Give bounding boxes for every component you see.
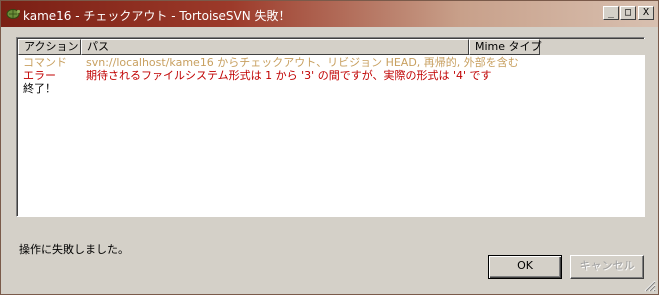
cancel-button-label: キャンセル (579, 259, 635, 272)
list-row-finished[interactable]: 終了！ (18, 82, 645, 95)
column-header-path[interactable]: パス (81, 39, 469, 55)
row-action: 終了！ (23, 82, 56, 95)
action-list[interactable]: アクション パス Mime タイプ コマンド svn://localhost/k… (16, 37, 645, 217)
maximize-button[interactable]: □ (620, 6, 636, 20)
dialog-window: kame16 - チェックアウト - TortoiseSVN 失敗！ _ □ X… (0, 0, 659, 295)
row-path: svn://localhost/kame16 からチェックアウト、リビジョン H… (86, 56, 519, 69)
list-row-command[interactable]: コマンド svn://localhost/kame16 からチェックアウト、リビ… (18, 56, 645, 69)
list-row-error[interactable]: エラー 期待されるファイルシステム形式は 1 から '3' の間ですが、実際の形… (18, 69, 645, 82)
window-title: kame16 - チェックアウト - TortoiseSVN 失敗！ (23, 9, 291, 23)
minimize-button[interactable]: _ (603, 6, 619, 20)
cancel-button[interactable]: キャンセル (570, 255, 644, 279)
resize-grip-icon[interactable] (644, 280, 656, 292)
ok-button[interactable]: OK (488, 255, 562, 279)
tortoise-app-icon (6, 9, 20, 19)
status-message: 操作に失敗しました。 (19, 243, 129, 256)
column-header-mime-type[interactable]: Mime タイプ (469, 39, 542, 55)
title-bar[interactable]: kame16 - チェックアウト - TortoiseSVN 失敗！ _ □ X (1, 1, 658, 27)
row-action: エラー (23, 69, 56, 82)
row-path: 期待されるファイルシステム形式は 1 から '3' の間ですが、実際の形式は '… (86, 69, 492, 82)
close-button[interactable]: X (638, 6, 654, 20)
list-header: アクション パス Mime タイプ (18, 39, 645, 55)
column-header-action[interactable]: アクション (18, 39, 81, 55)
row-action: コマンド (23, 56, 67, 69)
